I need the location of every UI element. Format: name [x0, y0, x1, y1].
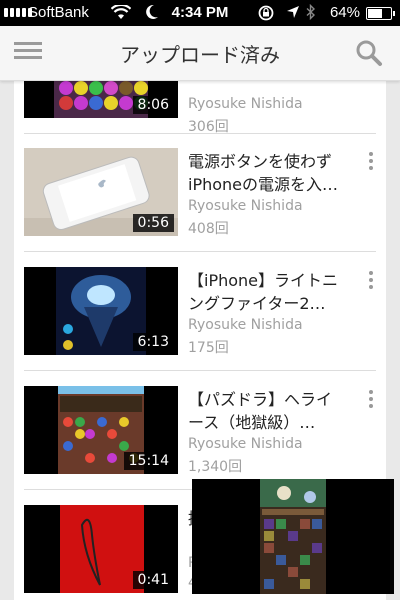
search-icon[interactable] — [354, 38, 384, 68]
video-thumbnail[interactable]: 8:06 — [24, 80, 178, 118]
more-options-icon[interactable] — [366, 271, 376, 292]
battery-icon — [366, 7, 395, 20]
status-bar: SoftBank 4:34 PM 64% — [0, 0, 400, 26]
mini-player[interactable] — [192, 479, 394, 594]
video-thumbnail[interactable]: 6:13 — [24, 267, 178, 355]
location-arrow-icon — [287, 6, 299, 18]
more-options-icon[interactable] — [366, 152, 376, 173]
video-thumbnail[interactable]: 0:41 — [24, 505, 178, 593]
video-views: 408回 — [188, 221, 229, 237]
video-views: 175回 — [188, 340, 229, 356]
divider — [24, 370, 376, 371]
app-bar: アップロード済み — [0, 26, 400, 81]
video-views: 1,340回 — [188, 459, 243, 475]
video-channel: Ryosuke Nishida — [188, 96, 303, 112]
video-duration: 6:13 — [132, 333, 174, 351]
video-duration: 8:06 — [132, 96, 174, 114]
more-options-icon[interactable] — [366, 390, 376, 411]
video-duration: 0:41 — [132, 571, 174, 589]
battery-percentage: 64% — [329, 4, 360, 21]
rotation-lock-icon — [258, 5, 274, 21]
video-duration: 15:14 — [123, 452, 174, 470]
video-duration: 0:56 — [132, 214, 174, 232]
video-title[interactable]: 電源ボタンを使わず iPhoneの電源を入… — [188, 150, 350, 196]
bluetooth-icon — [306, 4, 316, 20]
video-thumbnail[interactable]: 0:56 — [24, 148, 178, 236]
video-title[interactable]: 【パズドラ】ヘライ ース（地獄級）… — [188, 388, 350, 434]
video-channel: Ryosuke Nishida — [188, 198, 303, 214]
video-title[interactable]: 【iPhone】ライトニ ングファイター2… — [188, 269, 350, 315]
mini-player-video-frame — [192, 479, 394, 594]
divider — [24, 251, 376, 252]
video-item[interactable]: 15:14 【パズドラ】ヘライ ース（地獄級）… Ryosuke Nishida… — [14, 372, 386, 490]
video-channel: Ryosuke Nishida — [188, 436, 303, 452]
page-title: アップロード済み — [120, 43, 280, 67]
video-thumbnail[interactable]: 15:14 — [24, 386, 178, 474]
video-item[interactable]: 8:06 Ryosuke Nishida 306回 — [14, 80, 386, 135]
video-channel: Ryosuke Nishida — [188, 317, 303, 333]
video-item[interactable]: 0:56 電源ボタンを使わず iPhoneの電源を入… Ryosuke Nish… — [14, 134, 386, 252]
video-item[interactable]: 6:13 【iPhone】ライトニ ングファイター2… Ryosuke Nish… — [14, 253, 386, 371]
